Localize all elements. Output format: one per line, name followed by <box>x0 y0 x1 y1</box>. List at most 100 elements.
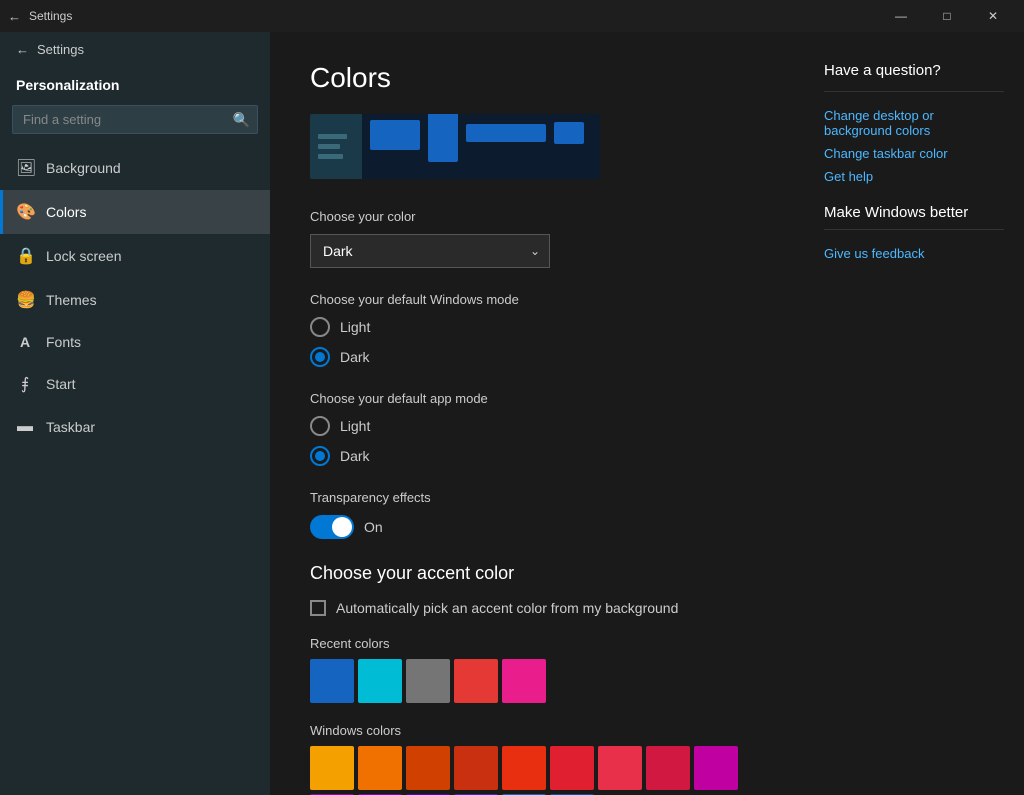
preview-tile-3 <box>466 124 546 142</box>
w-swatch-3[interactable] <box>454 746 498 790</box>
windows-colors-label: Windows colors <box>310 723 764 738</box>
background-icon: 🖼 <box>16 158 34 178</box>
sidebar-item-label: Taskbar <box>46 419 95 435</box>
transparency-toggle-row: On <box>310 515 764 539</box>
make-better-divider <box>824 229 1004 230</box>
themes-icon: 🍔 <box>16 290 34 310</box>
windows-mode-label: Choose your default Windows mode <box>310 292 764 307</box>
w-swatch-7[interactable] <box>646 746 690 790</box>
radio-outer-wm-dark <box>310 347 330 367</box>
accent-auto-checkbox[interactable] <box>310 600 326 616</box>
windows-colors-grid <box>310 746 764 795</box>
change-desktop-link[interactable]: Change desktop or background colors <box>824 108 1004 138</box>
sidebar-item-label: Background <box>46 160 121 176</box>
start-icon: ⨎ <box>16 374 34 394</box>
sidebar-item-label: Fonts <box>46 334 81 350</box>
title-bar-left: ← Settings <box>8 9 72 24</box>
w-swatch-4[interactable] <box>502 746 546 790</box>
search-icon: 🔍 <box>233 111 250 128</box>
help-title: Have a question? <box>824 62 1004 79</box>
radio-outer-am-light <box>310 416 330 436</box>
get-help-link[interactable]: Get help <box>824 169 1004 184</box>
main-content: Colors Choose your color Dark Light Cust… <box>270 32 804 795</box>
colors-icon: 🎨 <box>16 202 34 222</box>
title-bar: ← Settings — □ ✕ <box>0 0 1024 32</box>
title-bar-title: Settings <box>29 9 72 23</box>
app-body: ← Settings Personalization 🔍 🖼 Backgroun… <box>0 32 1024 795</box>
recent-swatch-0[interactable] <box>310 659 354 703</box>
color-dropdown-wrap: Dark Light Custom ⌄ <box>310 234 550 268</box>
maximize-button[interactable]: □ <box>924 0 970 32</box>
recent-swatch-1[interactable] <box>358 659 402 703</box>
windows-mode-radio-group: Light Dark <box>310 317 764 367</box>
recent-swatch-4[interactable] <box>502 659 546 703</box>
sidebar-item-start[interactable]: ⨎ Start <box>0 362 270 406</box>
sidebar-item-background[interactable]: 🖼 Background <box>0 146 270 190</box>
recent-swatch-3[interactable] <box>454 659 498 703</box>
w-swatch-8[interactable] <box>694 746 738 790</box>
app-mode-label: Choose your default app mode <box>310 391 764 406</box>
sidebar-search: 🔍 <box>12 105 258 134</box>
transparency-toggle[interactable] <box>310 515 354 539</box>
w-swatch-5[interactable] <box>550 746 594 790</box>
sidebar-item-lock-screen[interactable]: 🔒 Lock screen <box>0 234 270 278</box>
radio-inner-am-dark <box>315 451 325 461</box>
app-mode-light[interactable]: Light <box>310 416 764 436</box>
sidebar-item-fonts[interactable]: A Fonts <box>0 322 270 362</box>
preview-banner <box>310 114 600 179</box>
page-title: Colors <box>310 62 764 94</box>
radio-label-wm-dark: Dark <box>340 349 370 365</box>
close-button[interactable]: ✕ <box>970 0 1016 32</box>
sidebar-item-label: Start <box>46 376 76 392</box>
radio-label-am-dark: Dark <box>340 448 370 464</box>
w-swatch-0[interactable] <box>310 746 354 790</box>
sidebar-item-label: Colors <box>46 204 86 220</box>
accent-color-title: Choose your accent color <box>310 563 764 584</box>
w-swatch-2[interactable] <box>406 746 450 790</box>
back-arrow-icon: ← <box>16 42 29 57</box>
radio-label-am-light: Light <box>340 418 370 434</box>
recent-colors-label: Recent colors <box>310 636 764 651</box>
make-better-title: Make Windows better <box>824 204 1004 221</box>
windows-mode-light[interactable]: Light <box>310 317 764 337</box>
mini-line-3 <box>318 154 343 159</box>
feedback-link[interactable]: Give us feedback <box>824 246 1004 261</box>
fonts-icon: A <box>16 334 34 350</box>
back-icon[interactable]: ← <box>8 9 21 24</box>
recent-swatch-2[interactable] <box>406 659 450 703</box>
transparency-label: Transparency effects <box>310 490 764 505</box>
sidebar-back-button[interactable]: ← Settings <box>0 32 270 67</box>
taskbar-icon: ▬ <box>16 418 34 436</box>
w-swatch-6[interactable] <box>598 746 642 790</box>
sidebar-item-taskbar[interactable]: ▬ Taskbar <box>0 406 270 448</box>
sidebar-heading: Personalization <box>0 67 270 101</box>
color-dropdown[interactable]: Dark Light Custom <box>310 234 550 268</box>
toggle-knob <box>332 517 352 537</box>
w-swatch-1[interactable] <box>358 746 402 790</box>
recent-colors-swatches <box>310 659 764 703</box>
accent-checkbox-row: Automatically pick an accent color from … <box>310 600 764 616</box>
change-taskbar-link[interactable]: Change taskbar color <box>824 146 1004 161</box>
title-bar-controls: — □ ✕ <box>878 0 1016 32</box>
preview-main <box>362 114 600 179</box>
help-divider <box>824 91 1004 92</box>
search-input[interactable] <box>12 105 258 134</box>
sidebar-item-themes[interactable]: 🍔 Themes <box>0 278 270 322</box>
radio-label-wm-light: Light <box>340 319 370 335</box>
preview-tile-2 <box>428 114 458 162</box>
radio-outer-wm-light <box>310 317 330 337</box>
minimize-button[interactable]: — <box>878 0 924 32</box>
radio-inner-wm-dark <box>315 352 325 362</box>
preview-tile-4 <box>554 122 584 144</box>
sidebar-item-label: Lock screen <box>46 248 121 264</box>
windows-mode-dark[interactable]: Dark <box>310 347 764 367</box>
sidebar-item-label: Themes <box>46 292 97 308</box>
mini-line-1 <box>318 134 347 139</box>
radio-outer-am-dark <box>310 446 330 466</box>
app-mode-dark[interactable]: Dark <box>310 446 764 466</box>
mini-line-2 <box>318 144 340 149</box>
accent-auto-label: Automatically pick an accent color from … <box>336 600 678 616</box>
right-panel: Have a question? Change desktop or backg… <box>804 32 1024 795</box>
sidebar-item-colors[interactable]: 🎨 Colors <box>0 190 270 234</box>
preview-sidebar <box>310 114 362 179</box>
